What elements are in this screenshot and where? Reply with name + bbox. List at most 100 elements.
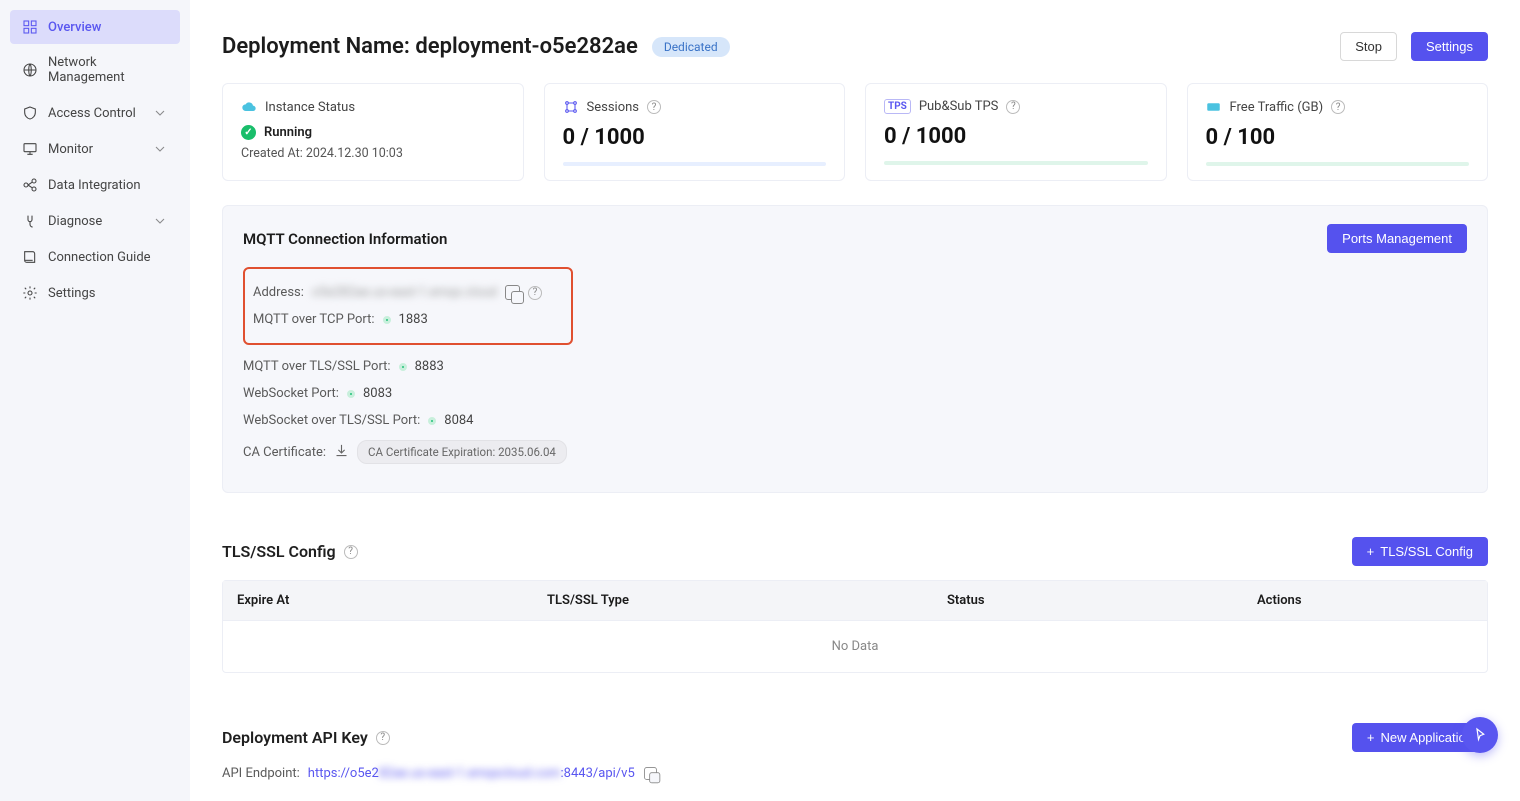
stat-label: Free Traffic (GB) bbox=[1230, 100, 1324, 115]
api-section-header: Deployment API Key ? + New Application bbox=[222, 723, 1488, 752]
api-endpoint-value: https://o5e282ae.us-east-1.emqxcloud.com… bbox=[308, 766, 635, 781]
mqtt-panel-title: MQTT Connection Information bbox=[243, 230, 447, 248]
sidebar: Overview Network Management Access Contr… bbox=[0, 0, 190, 801]
tls-table: Expire At TLS/SSL Type Status Actions No… bbox=[222, 580, 1488, 673]
main-content: Deployment Name: deployment-o5e282ae Ded… bbox=[190, 0, 1520, 801]
status-dot-icon bbox=[347, 390, 355, 398]
gear-icon bbox=[22, 285, 38, 301]
help-icon[interactable]: ? bbox=[1331, 100, 1345, 114]
stat-card-sessions: Sessions ? 0 / 1000 bbox=[544, 83, 846, 181]
plus-icon: + bbox=[1367, 544, 1375, 559]
sidebar-item-label: Connection Guide bbox=[48, 250, 151, 265]
ports-management-button[interactable]: Ports Management bbox=[1327, 224, 1467, 253]
sidebar-item-connection-guide[interactable]: Connection Guide bbox=[10, 240, 180, 274]
sidebar-item-network[interactable]: Network Management bbox=[10, 46, 180, 94]
address-value: o5e282ae.us-east-1.emqx.cloud bbox=[312, 285, 497, 300]
help-icon[interactable]: ? bbox=[344, 545, 358, 559]
highlighted-connection-block: Address: o5e282ae.us-east-1.emqx.cloud ?… bbox=[243, 267, 573, 345]
col-status: Status bbox=[947, 593, 1257, 608]
port-label: MQTT over TLS/SSL Port: bbox=[243, 359, 391, 374]
sidebar-item-monitor[interactable]: Monitor bbox=[10, 132, 180, 166]
sidebar-item-access[interactable]: Access Control bbox=[10, 96, 180, 130]
guide-icon bbox=[22, 249, 38, 265]
title-prefix: Deployment Name: bbox=[222, 34, 415, 59]
dedicated-badge: Dedicated bbox=[652, 37, 730, 57]
sidebar-item-label: Network Management bbox=[48, 55, 168, 85]
sidebar-item-settings[interactable]: Settings bbox=[10, 276, 180, 310]
sidebar-item-data-integration[interactable]: Data Integration bbox=[10, 168, 180, 202]
integration-icon bbox=[22, 177, 38, 193]
progress-bar bbox=[1206, 162, 1470, 166]
sidebar-item-label: Settings bbox=[48, 286, 95, 301]
diagnose-icon bbox=[22, 213, 38, 229]
port-row-tcp: MQTT over TCP Port: 1883 bbox=[253, 306, 563, 333]
stat-card-tps: TPS Pub&Sub TPS ? 0 / 1000 bbox=[865, 83, 1167, 181]
port-row-tls: MQTT over TLS/SSL Port: 8883 bbox=[243, 353, 1467, 380]
table-header: Expire At TLS/SSL Type Status Actions bbox=[223, 581, 1487, 620]
chevron-down-icon bbox=[152, 213, 168, 229]
port-value: 8084 bbox=[444, 413, 473, 428]
col-actions: Actions bbox=[1257, 593, 1473, 608]
address-label: Address: bbox=[253, 285, 304, 300]
deployment-name: deployment-o5e282ae bbox=[415, 34, 637, 59]
add-tls-config-button[interactable]: + TLS/SSL Config bbox=[1352, 537, 1488, 566]
mqtt-connection-panel: MQTT Connection Information Ports Manage… bbox=[222, 205, 1488, 493]
settings-button[interactable]: Settings bbox=[1411, 32, 1488, 61]
help-icon[interactable]: ? bbox=[647, 100, 661, 114]
status-dot-icon bbox=[383, 316, 391, 324]
pointer-icon bbox=[1471, 726, 1489, 744]
sidebar-item-label: Monitor bbox=[48, 142, 93, 157]
stat-card-traffic: Free Traffic (GB) ? 0 / 100 bbox=[1187, 83, 1489, 181]
sidebar-item-label: Access Control bbox=[48, 106, 136, 121]
stats-row: Instance Status ✓ Running Created At: 20… bbox=[222, 83, 1488, 181]
stat-label: Instance Status bbox=[265, 100, 355, 115]
stat-label: Sessions bbox=[587, 100, 640, 115]
created-at: Created At: 2024.12.30 10:03 bbox=[241, 146, 505, 161]
traffic-icon bbox=[1206, 99, 1222, 115]
progress-bar bbox=[563, 162, 827, 166]
sessions-icon bbox=[563, 99, 579, 115]
help-fab[interactable] bbox=[1462, 717, 1498, 753]
instance-status: Running bbox=[264, 125, 312, 140]
traffic-value: 0 / 100 bbox=[1206, 125, 1470, 150]
plus-icon: + bbox=[1367, 730, 1375, 745]
api-endpoint-row: API Endpoint: https://o5e282ae.us-east-1… bbox=[222, 766, 1488, 781]
stat-label: Pub&Sub TPS bbox=[919, 99, 999, 114]
copy-icon[interactable] bbox=[505, 285, 520, 300]
port-label: MQTT over TCP Port: bbox=[253, 312, 375, 327]
cert-row: CA Certificate: CA Certificate Expiratio… bbox=[243, 434, 1467, 470]
sidebar-item-label: Data Integration bbox=[48, 178, 141, 193]
cert-label: CA Certificate: bbox=[243, 445, 326, 460]
port-row-ws: WebSocket Port: 8083 bbox=[243, 380, 1467, 407]
grid-icon bbox=[22, 19, 38, 35]
status-dot-icon bbox=[428, 417, 436, 425]
status-dot-icon bbox=[399, 363, 407, 371]
tps-value: 0 / 1000 bbox=[884, 124, 1148, 149]
progress-bar bbox=[884, 161, 1148, 165]
check-icon: ✓ bbox=[241, 125, 256, 140]
port-row-wss: WebSocket over TLS/SSL Port: 8084 bbox=[243, 407, 1467, 434]
copy-icon[interactable] bbox=[644, 767, 657, 780]
port-value: 8083 bbox=[363, 386, 392, 401]
help-icon[interactable]: ? bbox=[528, 286, 542, 300]
sidebar-item-overview[interactable]: Overview bbox=[10, 10, 180, 44]
help-icon[interactable]: ? bbox=[1006, 100, 1020, 114]
sidebar-item-diagnose[interactable]: Diagnose bbox=[10, 204, 180, 238]
download-icon[interactable] bbox=[334, 443, 349, 462]
port-value: 8883 bbox=[415, 359, 444, 374]
sidebar-item-label: Diagnose bbox=[48, 214, 102, 229]
sidebar-item-label: Overview bbox=[48, 20, 101, 35]
stop-button[interactable]: Stop bbox=[1340, 32, 1397, 61]
tps-icon: TPS bbox=[884, 99, 911, 114]
page-title: Deployment Name: deployment-o5e282ae bbox=[222, 34, 638, 59]
button-label: TLS/SSL Config bbox=[1380, 544, 1473, 559]
shield-icon bbox=[22, 105, 38, 121]
cert-expiry-badge: CA Certificate Expiration: 2035.06.04 bbox=[357, 440, 567, 464]
chevron-down-icon bbox=[152, 141, 168, 157]
chevron-down-icon bbox=[152, 105, 168, 121]
address-row: Address: o5e282ae.us-east-1.emqx.cloud ? bbox=[253, 279, 563, 306]
api-section-title: Deployment API Key bbox=[222, 728, 368, 747]
api-endpoint-label: API Endpoint: bbox=[222, 766, 300, 781]
help-icon[interactable]: ? bbox=[376, 731, 390, 745]
port-value: 1883 bbox=[399, 312, 428, 327]
